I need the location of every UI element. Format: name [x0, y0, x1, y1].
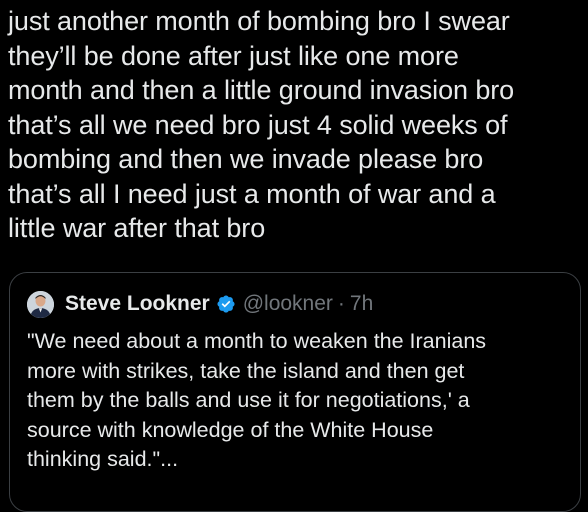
separator-dot: · — [337, 292, 345, 315]
tweet-text: just another month of bombing bro I swea… — [8, 6, 515, 243]
quoted-tweet-card[interactable]: Steve Lookner @lookner · 7h "We need abo… — [9, 272, 581, 512]
author-handle[interactable]: @lookner — [243, 292, 333, 316]
quoted-tweet-text: "We need about a month to weaken the Ira… — [27, 329, 487, 471]
timestamp[interactable]: 7h — [350, 292, 373, 316]
author-name[interactable]: Steve Lookner — [65, 292, 210, 316]
avatar-icon[interactable] — [27, 290, 54, 318]
quoted-tweet-header: Steve Lookner @lookner · 7h — [27, 289, 373, 319]
verified-badge-icon — [216, 294, 236, 314]
